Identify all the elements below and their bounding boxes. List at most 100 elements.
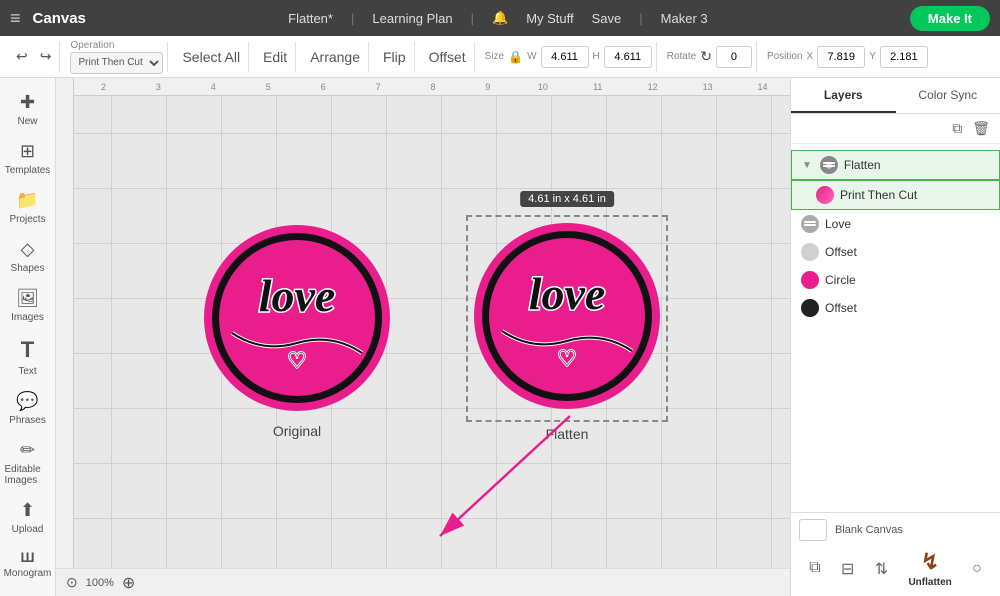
layer-item-flatten[interactable]: ▼ Flatten — [791, 150, 1000, 180]
sidebar-label-projects: Projects — [9, 214, 45, 225]
svg-text:♡: ♡ — [557, 346, 577, 371]
height-label: H — [593, 51, 600, 62]
layer-item-love[interactable]: Love — [791, 210, 1000, 238]
unflatten-button[interactable]: ↯ Unflatten — [908, 549, 951, 588]
left-sidebar: ✚ New ⊞ Templates 📁 Projects ◇ Shapes 🖼 … — [0, 78, 56, 596]
circle-layer-icon — [801, 271, 819, 289]
offset2-layer-label: Offset — [825, 301, 857, 315]
panel-bottom: Blank Canvas ⧉ ⊟ ⇅ ↯ Unflatten ○ — [791, 512, 1000, 596]
upload-icon: ⬆ — [20, 500, 35, 521]
rotate-label: Rotate — [667, 51, 696, 62]
sidebar-item-editable-images[interactable]: ✏ Editable Images — [3, 434, 53, 492]
sidebar-item-text[interactable]: T Text — [3, 331, 53, 383]
save-link[interactable]: Save — [592, 11, 622, 26]
arrange-bottom-button[interactable]: ⇅ — [875, 559, 888, 579]
pos-x-input[interactable] — [817, 46, 865, 68]
height-input[interactable] — [604, 46, 652, 68]
sidebar-item-upload[interactable]: ⬆ Upload — [3, 494, 53, 541]
ruler-tick: 7 — [351, 82, 406, 92]
delete-layer-button[interactable]: 🗑 — [970, 118, 992, 139]
select-all-button[interactable]: Select All — [178, 47, 244, 67]
ruler-tick: 6 — [296, 82, 351, 92]
canvas-area[interactable]: 2 3 4 5 6 7 8 9 10 11 12 13 14 — [56, 78, 790, 596]
ruler-horizontal: 2 3 4 5 6 7 8 9 10 11 12 13 14 — [56, 78, 790, 96]
position-group: Position X Y — [763, 42, 932, 72]
svg-text:♡: ♡ — [287, 348, 307, 373]
sidebar-label-monogram: Monogram — [4, 568, 52, 579]
sidebar-item-new[interactable]: ✚ New — [3, 86, 53, 133]
sidebar-label-templates: Templates — [5, 165, 51, 176]
ruler-tick: 2 — [76, 82, 131, 92]
flatten-layer-label: Flatten — [844, 158, 881, 172]
flip-button[interactable]: Flip — [379, 47, 410, 67]
notification-icon: 🔔 — [492, 10, 508, 26]
width-input[interactable] — [541, 46, 589, 68]
align-button[interactable]: ⊟ — [841, 559, 854, 579]
sidebar-item-shapes[interactable]: ◇ Shapes — [3, 233, 53, 280]
operation-select[interactable]: Print Then Cut — [70, 52, 163, 74]
layer-item-circle[interactable]: Circle — [791, 266, 1000, 294]
top-bar-center: Flatten* | Learning Plan | 🔔 My Stuff Sa… — [98, 10, 898, 26]
operation-group: Operation Print Then Cut — [66, 42, 168, 72]
undo-redo-group: ↩ ↪ — [8, 42, 60, 72]
edit-group: Edit — [255, 42, 296, 72]
layers-list: ▼ Flatten Print Then Cut Love — [791, 144, 1000, 512]
redo-button[interactable]: ↪ — [36, 46, 56, 67]
canvas-row: Blank Canvas — [799, 519, 992, 541]
tab-color-sync[interactable]: Color Sync — [896, 78, 1000, 113]
ruler-tick: 11 — [570, 82, 625, 92]
more-button[interactable]: ○ — [972, 560, 982, 578]
pos-y-input[interactable] — [880, 46, 928, 68]
pos-y-label: Y — [869, 51, 876, 62]
edit-label: Edit — [263, 49, 287, 65]
sidebar-item-images[interactable]: 🖼 Images — [3, 282, 53, 329]
templates-icon: ⊞ — [20, 141, 35, 162]
ruler-tick: 8 — [406, 82, 461, 92]
arrange-button[interactable]: Arrange — [306, 47, 364, 67]
svg-text:love: love — [259, 270, 336, 321]
images-icon: 🖼 — [16, 288, 39, 309]
divider3: | — [639, 11, 642, 26]
sidebar-item-templates[interactable]: ⊞ Templates — [3, 135, 53, 182]
make-it-button[interactable]: Make It — [910, 6, 990, 31]
rotate-input[interactable] — [716, 46, 752, 68]
machine-selector[interactable]: Maker 3 — [661, 11, 708, 26]
edit-button[interactable]: Edit — [259, 47, 291, 67]
svg-text:love: love — [529, 268, 606, 319]
circle-layer-label: Circle — [825, 273, 856, 287]
top-bar: ≡ Canvas Flatten* | Learning Plan | 🔔 My… — [0, 0, 1000, 36]
editable-images-icon: ✏ — [20, 440, 35, 461]
original-design: love love ♡ ♡ Original — [202, 223, 392, 439]
offset2-layer-icon — [801, 299, 819, 317]
learning-plan[interactable]: Learning Plan — [372, 11, 452, 26]
group-button[interactable]: ⧉ — [809, 559, 820, 579]
offset-button[interactable]: Offset — [425, 47, 470, 67]
tab-layers[interactable]: Layers — [791, 78, 896, 113]
layer-item-offset[interactable]: Offset — [791, 238, 1000, 266]
love-layer-icon — [801, 215, 819, 233]
app-title: Canvas — [33, 10, 86, 27]
layer-item-offset2[interactable]: Offset — [791, 294, 1000, 322]
monogram-icon: Ш — [20, 549, 34, 565]
zoom-plus-icon[interactable]: ⊕ — [122, 573, 135, 593]
doc-title: Flatten* — [288, 11, 333, 26]
rotate-icon: ↻ — [700, 48, 712, 65]
sidebar-item-projects[interactable]: 📁 Projects — [3, 184, 53, 231]
menu-icon[interactable]: ≡ — [10, 8, 21, 29]
canvas-color-swatch[interactable] — [799, 519, 827, 541]
phrases-icon: 💬 — [16, 391, 38, 412]
arrange-bottom-icon: ⇅ — [875, 559, 888, 579]
arrange-group: Arrange — [302, 42, 369, 72]
duplicate-layer-button[interactable]: ⧉ — [950, 118, 964, 139]
my-stuff-link[interactable]: My Stuff — [526, 11, 573, 26]
print-then-cut-icon — [816, 186, 834, 204]
layer-item-print-then-cut[interactable]: Print Then Cut — [791, 180, 1000, 210]
offset-label: Offset — [429, 49, 466, 65]
sidebar-item-monogram[interactable]: Ш Monogram — [3, 543, 53, 585]
undo-button[interactable]: ↩ — [12, 46, 32, 67]
sidebar-item-phrases[interactable]: 💬 Phrases — [3, 385, 53, 432]
make-it-area: Make It — [910, 6, 990, 31]
ruler-tick: 5 — [241, 82, 296, 92]
zoom-level: 100% — [86, 577, 114, 589]
flatten-design[interactable]: 4.61 in x 4.61 in love love ♡ ♡ — [472, 221, 662, 442]
